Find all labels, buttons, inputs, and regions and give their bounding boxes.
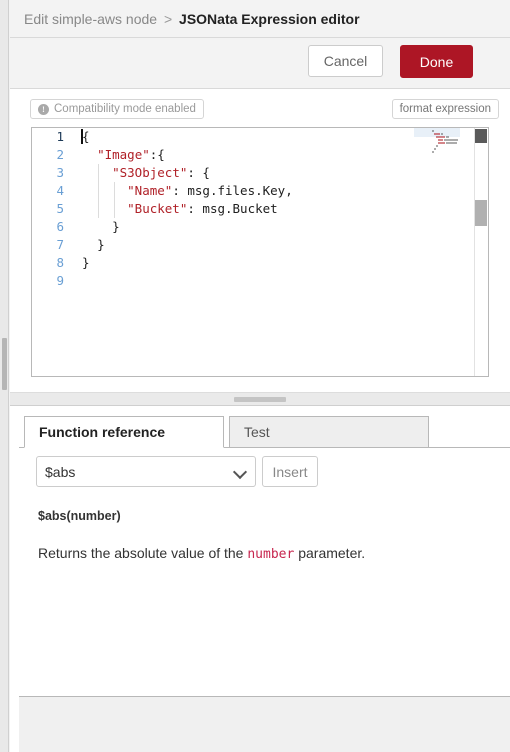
indent-guide	[114, 182, 115, 218]
code-token: "Image"	[97, 147, 150, 162]
minimap-line	[446, 142, 457, 144]
dialog-panel: Edit simple-aws node > JSONata Expressio…	[10, 0, 510, 752]
code-line[interactable]: }	[74, 254, 488, 272]
code-line[interactable]: "Name": msg.files.Key,	[74, 182, 488, 200]
done-button[interactable]: Done	[400, 45, 473, 78]
code-line[interactable]	[74, 272, 488, 290]
editor-minimap[interactable]	[414, 128, 474, 376]
code-token: "Name"	[127, 183, 173, 198]
line-number: 5	[56, 201, 64, 216]
tab-test[interactable]: Test	[229, 416, 429, 448]
minimap-line	[434, 148, 436, 150]
scrollbar-thumb[interactable]	[475, 200, 487, 226]
breadcrumb-separator: >	[163, 10, 173, 27]
dialog-action-toolbar: Cancel Done	[10, 38, 510, 89]
editor-section: ! Compatibility mode enabled format expr…	[10, 89, 510, 392]
sidebar-resize-handle[interactable]	[2, 338, 7, 390]
minimap-line	[446, 136, 449, 138]
compatibility-mode-label: Compatibility mode enabled	[54, 103, 196, 115]
tab-function-reference-label: Function reference	[39, 424, 166, 440]
breadcrumb-current: JSONata Expression editor	[179, 10, 360, 27]
cancel-button[interactable]: Cancel	[308, 45, 383, 77]
code-content[interactable]: { "Image":{ "S3Object": { "Name": msg.fi…	[74, 128, 488, 376]
function-description-after: parameter.	[294, 545, 366, 561]
scrollbar-decoration	[475, 129, 487, 143]
tab-bar: Function reference Test	[19, 416, 510, 448]
dialog-header: Edit simple-aws node > JSONata Expressio…	[10, 0, 510, 38]
line-number: 6	[56, 219, 64, 234]
function-select-value: $abs	[45, 463, 76, 480]
minimap-line	[436, 136, 445, 138]
footer-bar	[19, 697, 510, 752]
code-line[interactable]: "Image":{	[74, 146, 488, 164]
minimap-line	[432, 130, 434, 132]
code-token: : msg.files.Key,	[172, 183, 293, 198]
minimap-line	[438, 139, 443, 141]
format-expression-label: format expression	[399, 103, 491, 115]
text-cursor	[81, 129, 83, 144]
code-token: :{	[149, 147, 165, 162]
function-description-before: Returns the absolute value of the	[38, 545, 248, 561]
minimap-line	[438, 142, 445, 144]
line-number: 1	[56, 129, 64, 144]
code-token: }	[82, 255, 90, 270]
line-number: 4	[56, 183, 64, 198]
line-number: 9	[56, 273, 64, 288]
left-edge-gutter	[0, 0, 9, 752]
minimap-line	[432, 151, 434, 153]
function-select[interactable]: $abs	[36, 456, 256, 487]
format-expression-button[interactable]: format expression	[391, 99, 499, 119]
minimap-line	[441, 133, 443, 135]
breadcrumb-parent[interactable]: Edit simple-aws node	[24, 11, 157, 27]
code-line[interactable]: }	[74, 236, 488, 254]
compatibility-mode-badge[interactable]: ! Compatibility mode enabled	[30, 99, 204, 119]
code-line[interactable]: }	[74, 218, 488, 236]
function-description-code: number	[247, 547, 295, 562]
jsonata-expression-editor-dialog: Edit simple-aws node > JSONata Expressio…	[0, 0, 510, 752]
line-number-gutter: 1 2 3 4 5 6 7 8 9	[32, 128, 74, 376]
line-number: 8	[56, 255, 64, 270]
line-number: 2	[56, 147, 64, 162]
bottom-panel: Function reference Test $abs Insert $abs…	[10, 406, 510, 752]
function-signature: $abs(number)	[38, 509, 121, 523]
editor-vertical-scrollbar[interactable]	[474, 128, 488, 376]
code-line[interactable]: "S3Object": {	[74, 164, 488, 182]
panel-splitter[interactable]	[10, 392, 510, 406]
code-token: "Bucket"	[127, 201, 188, 216]
tab-function-reference[interactable]: Function reference	[24, 416, 224, 448]
editor-toolbar: ! Compatibility mode enabled format expr…	[10, 99, 510, 121]
line-number: 3	[56, 165, 64, 180]
tab-test-label: Test	[244, 424, 270, 440]
insert-button[interactable]: Insert	[262, 456, 318, 487]
code-token: "S3Object"	[112, 165, 188, 180]
line-number: 7	[56, 237, 64, 252]
code-token: }	[112, 219, 120, 234]
minimap-line	[434, 133, 440, 135]
function-picker-row: $abs Insert	[36, 456, 318, 487]
code-token: {	[82, 129, 90, 144]
splitter-grip[interactable]	[234, 397, 286, 402]
info-circle-icon: !	[38, 103, 49, 115]
code-line[interactable]: "Bucket": msg.Bucket	[74, 200, 488, 218]
code-token: }	[97, 237, 105, 252]
function-description: Returns the absolute value of the number…	[38, 544, 468, 564]
chevron-down-icon	[232, 464, 248, 480]
code-token: : msg.Bucket	[187, 201, 278, 216]
code-editor[interactable]: 1 2 3 4 5 6 7 8 9 { "Image":{ "S3Object": { "Nam…	[31, 127, 489, 377]
minimap-line	[444, 139, 458, 141]
breadcrumb: Edit simple-aws node > JSONata Expressio…	[10, 11, 360, 27]
indent-guide	[98, 164, 99, 218]
minimap-line	[436, 145, 438, 147]
code-token: : {	[187, 165, 210, 180]
